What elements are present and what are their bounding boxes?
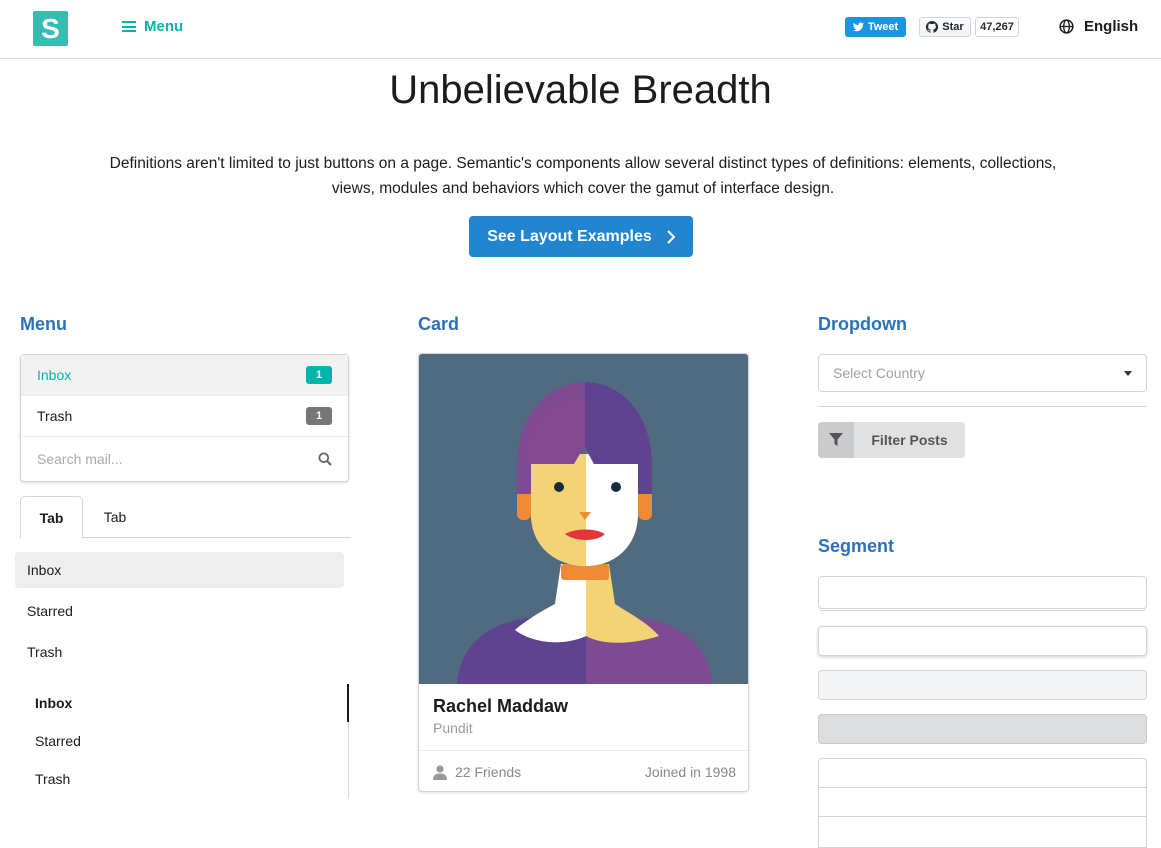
github-star-button[interactable]: Star <box>919 17 971 37</box>
menu-item-trash[interactable]: Trash 1 <box>21 396 348 437</box>
secondary-item-trash[interactable]: Trash <box>15 634 344 670</box>
segment-group <box>818 758 1147 848</box>
page-title: Unbelievable Breadth <box>389 68 772 112</box>
filter-icon-box <box>818 422 854 458</box>
search-mail-input[interactable]: Search mail... <box>21 437 348 481</box>
search-placeholder: Search mail... <box>37 451 123 467</box>
dropdown-caret-icon <box>1124 370 1132 376</box>
secondary-segment <box>818 670 1147 700</box>
avatar-illustration <box>419 354 748 684</box>
cta-label: See Layout Examples <box>487 227 652 245</box>
menu-toggle-label: Menu <box>144 18 184 35</box>
segment-row <box>819 759 1146 788</box>
dropdown-divider <box>818 406 1147 407</box>
active-tab-indicator <box>347 684 349 722</box>
dropdown-placeholder: Select Country <box>833 365 925 381</box>
filter-icon <box>829 433 843 446</box>
menu-section-heading: Menu <box>20 314 67 334</box>
tabular-menu: Inbox Starred Trash <box>20 684 349 798</box>
tabular-item-starred[interactable]: Starred <box>35 722 81 760</box>
dropdown-section-heading: Dropdown <box>818 314 907 334</box>
card-section-heading: Card <box>418 314 460 334</box>
star-label: Star <box>942 21 964 33</box>
inbox-count-badge: 1 <box>306 366 332 384</box>
segment-row <box>819 788 1146 817</box>
friends-link[interactable]: 22 Friends <box>433 764 521 780</box>
stacked-segment <box>818 576 1147 609</box>
tab-1[interactable]: Tab <box>20 496 83 539</box>
raised-segment <box>818 626 1147 656</box>
trash-count-badge: 1 <box>306 407 332 425</box>
menu-item-label: Trash <box>37 408 73 424</box>
chevron-right-icon <box>666 229 675 244</box>
card-meta: Pundit <box>433 720 473 736</box>
menu-item-inbox[interactable]: Inbox 1 <box>21 355 348 396</box>
star-count[interactable]: 47,267 <box>975 17 1019 37</box>
language-label: English <box>1084 18 1139 35</box>
profile-card[interactable]: Rachel Maddaw Pundit 22 Friends Joined i… <box>418 353 749 792</box>
tabular-item-trash[interactable]: Trash <box>35 760 70 798</box>
friends-count: 22 Friends <box>455 764 522 780</box>
globe-icon <box>1059 19 1074 34</box>
tweet-button[interactable]: Tweet <box>845 17 906 37</box>
hero-description: Definitions aren't limited to just butto… <box>109 155 1057 197</box>
card-extra-content: 22 Friends Joined in 1998 <box>419 750 748 791</box>
filter-posts-button[interactable]: Filter Posts <box>818 422 965 458</box>
tabular-item-inbox[interactable]: Inbox <box>35 684 72 722</box>
top-navbar: S Menu Tweet Star 47,267 English <box>0 0 1161 59</box>
language-selector[interactable]: English <box>1059 18 1138 35</box>
filter-posts-label: Filter Posts <box>871 432 948 448</box>
country-dropdown[interactable]: Select Country <box>818 354 1147 392</box>
secondary-item-starred[interactable]: Starred <box>15 593 344 629</box>
tab-2[interactable]: Tab <box>83 496 147 538</box>
segment-section-heading: Segment <box>818 536 895 556</box>
twitter-bird-icon <box>852 22 864 32</box>
search-icon <box>318 452 332 466</box>
menu-toggle-button[interactable]: Menu <box>122 18 183 35</box>
see-layout-examples-button[interactable]: See Layout Examples <box>469 216 693 257</box>
hamburger-icon <box>122 21 136 32</box>
github-icon <box>926 21 939 33</box>
tweet-label: Tweet <box>867 21 899 33</box>
menu-item-label: Inbox <box>37 367 72 383</box>
tertiary-segment <box>818 714 1147 744</box>
vertical-menu: Inbox 1 Trash 1 Search mail... <box>20 354 349 482</box>
secondary-item-inbox[interactable]: Inbox <box>15 552 344 588</box>
tab-menu: Tab Tab <box>20 496 351 539</box>
user-icon <box>433 764 447 780</box>
card-name[interactable]: Rachel Maddaw <box>433 696 568 717</box>
joined-date: Joined in 1998 <box>644 764 736 780</box>
semantic-logo[interactable]: S <box>33 11 68 46</box>
